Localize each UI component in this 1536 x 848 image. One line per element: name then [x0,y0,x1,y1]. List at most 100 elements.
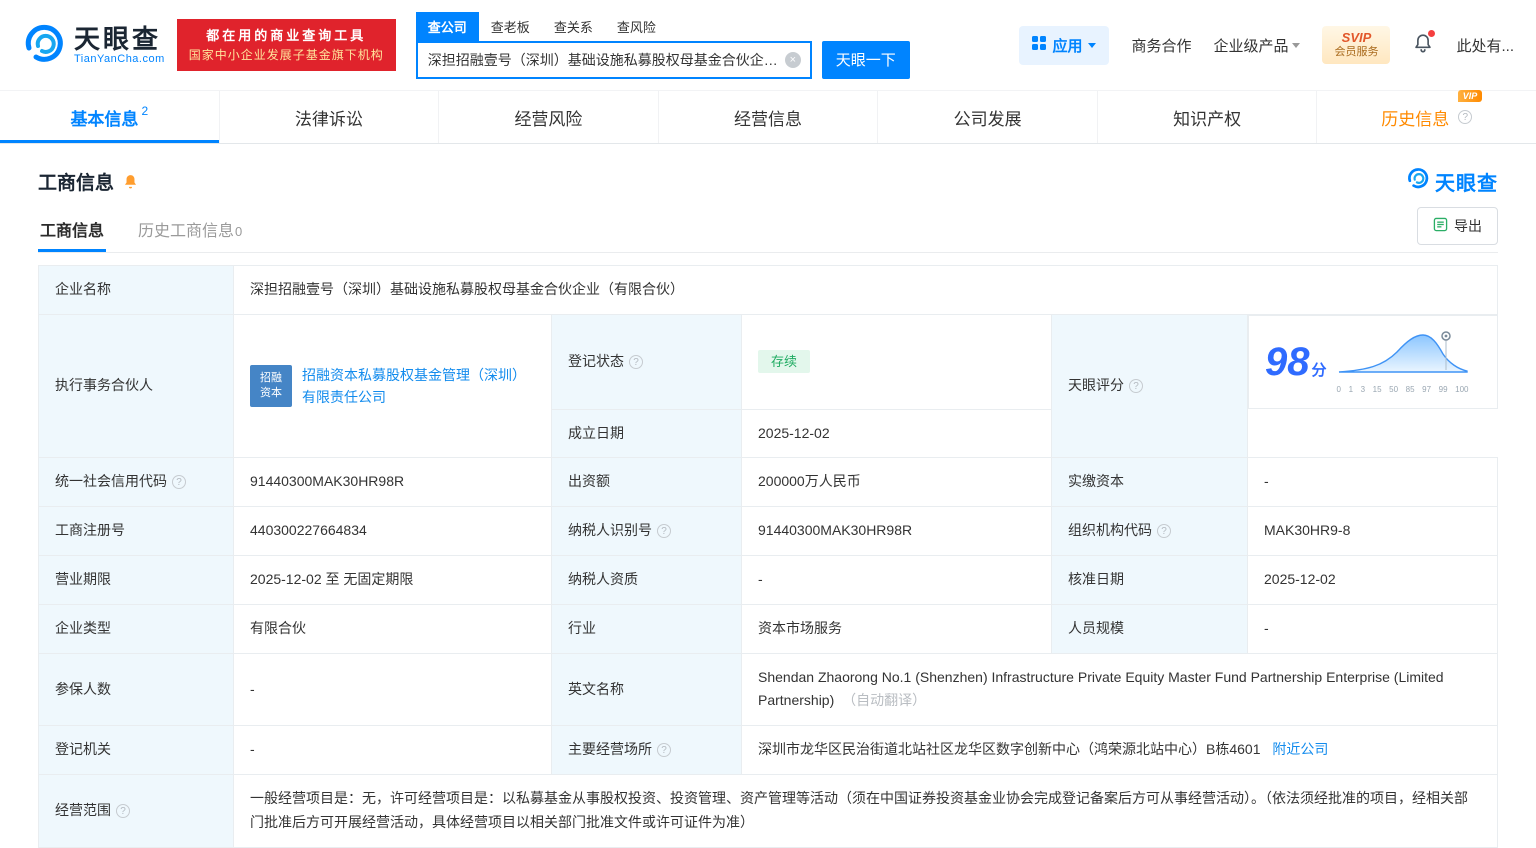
help-icon[interactable]: ? [1157,524,1171,539]
search-tab-company[interactable]: 查公司 [415,11,479,41]
field-label: 实缴资本 [1068,473,1124,490]
brand-slogan-badge: 都在用的商业查询工具 国家中小企业发展子基金旗下机构 [176,18,396,72]
help-icon[interactable]: ? [1458,110,1473,124]
table-row: 执行事务合伙人 招融 资本 招融资本私募股权基金管理（深圳）有限责任公司 登记状… [38,313,1498,459]
business-info-table: 企业名称 深担招融壹号（深圳）基础设施私募股权母基金合伙企业（有限合伙） 执行事… [38,265,1498,848]
main-content: 工商信息 天眼查 工商信息 历史工商信息0 导出 企业名称 深担招融壹号（深圳）… [0,166,1536,848]
approval-date-value-cell: 2025-12-02 [1247,555,1498,605]
tab-label: 历史信息 [1381,109,1450,129]
help-icon[interactable]: ? [657,524,671,539]
search-block: 查公司 查老板 查关系 查风险 × 天眼一下 [415,11,910,79]
table-row: 营业期限 2025-12-02 至 无固定期限 纳税人资质 - 核准日期 202… [38,555,1498,605]
svip-member-badge[interactable]: SVIP 会员服务 [1322,26,1391,64]
search-tab-boss[interactable]: 查老板 [479,12,542,41]
staff-size-value-cell: - [1247,603,1498,654]
score-value-cell: 98 分 0 1 3 15 50 85 97 99 100 [1248,314,1498,410]
svip-label: SVIP [1341,30,1372,45]
subtab-history-business-info[interactable]: 历史工商信息0 [136,206,244,252]
staff-size-label-cell: 人员规模 [1051,603,1248,654]
industry-label-cell: 行业 [551,603,742,654]
taxpayer-quality-value-cell: - [741,555,1052,605]
insured-count-value-cell: - [233,652,552,727]
tab-company-development[interactable]: 公司发展 [877,91,1097,143]
reg-authority-label-cell: 登记机关 [38,725,234,776]
export-icon [1433,217,1448,235]
subtab-business-info[interactable]: 工商信息 [38,206,106,252]
tab-label: 公司发展 [953,109,1022,129]
search-input-wrap: × [415,40,812,79]
credit-code-label-cell: 统一社会信用代码? [38,457,234,508]
capital-label-cell: 出资额 [551,457,742,508]
logo-en-text: TianYanCha.com [74,53,165,66]
table-row: 企业类型 有限合伙 行业 资本市场服务 人员规模 - [38,603,1498,654]
nearby-companies-link[interactable]: 附近公司 [1272,741,1328,757]
help-icon[interactable]: ? [116,803,130,818]
help-icon[interactable]: ? [172,475,186,490]
monitor-bell-icon[interactable] [122,173,139,190]
field-label: 出资额 [568,473,610,490]
field-value: - [1264,619,1269,636]
score-curve-chart: 0 1 3 15 50 85 97 99 100 [1337,328,1469,396]
company-type-label-cell: 企业类型 [38,603,234,654]
establish-date-value-cell: 2025-12-02 [741,408,1052,459]
help-icon[interactable]: ? [629,354,643,369]
subtab-label: 工商信息 [40,223,105,240]
capital-value-cell: 200000万人民币 [741,457,1052,508]
tab-history-info[interactable]: 历史信息 VIP ? [1316,89,1536,143]
table-row: 参保人数 - 英文名称 Shendan Zhaorong No.1 (Shenz… [38,652,1498,727]
partner-company-link[interactable]: 招融资本私募股权基金管理（深圳）有限责任公司 [302,364,535,409]
tab-intellectual-property[interactable]: 知识产权 [1096,91,1317,143]
field-value: MAK30HR9-8 [1264,522,1351,539]
user-account-menu[interactable]: 此处有... [1456,35,1514,56]
approval-date-label-cell: 核准日期 [1051,555,1248,605]
apps-menu-button[interactable]: 应用 [1019,25,1110,65]
notification-bell-button[interactable] [1412,30,1436,58]
company-name-value-cell: 深担招融壹号（深圳）基础设施私募股权母基金合伙企业（有限合伙） [233,265,1498,315]
tab-operation-risk[interactable]: 经营风险 [438,91,658,143]
business-address-value-cell: 深圳市龙华区民治街道北站社区龙华区数字创新中心（鸿荣源北站中心）B栋4601 附… [741,725,1498,776]
tianyancha-logo[interactable]: 天眼查 TianYanCha.com [22,21,165,70]
search-input[interactable] [417,42,810,77]
business-address-value: 深圳市龙华区民治街道北站社区龙华区数字创新中心（鸿荣源北站中心）B栋4601 [758,741,1261,758]
export-button[interactable]: 导出 [1417,207,1498,245]
tab-legal-litigation[interactable]: 法律诉讼 [218,91,439,143]
help-icon[interactable]: ? [1129,379,1143,394]
tab-operation-info[interactable]: 经营信息 [657,91,878,143]
partner-label-cell: 执行事务合伙人 [38,313,234,459]
apps-grid-icon [1032,36,1047,54]
taxpayer-id-value-cell: 91440300MAK30HR98R [741,506,1052,557]
field-label: 参保人数 [55,680,111,697]
business-term-value-cell: 2025-12-02 至 无固定期限 [233,555,552,605]
export-label: 导出 [1454,218,1482,234]
chevron-down-icon [1292,42,1301,48]
business-cooperation-link[interactable]: 商务合作 [1131,35,1191,56]
enterprise-label: 企业级产品 [1213,37,1289,55]
status-badge: 存续 [758,349,811,374]
table-row: 企业名称 深担招融壹号（深圳）基础设施私募股权母基金合伙企业（有限合伙） [38,265,1498,315]
search-button[interactable]: 天眼一下 [821,40,910,79]
help-icon[interactable]: ? [657,743,671,758]
field-label: 天眼评分 [1068,377,1124,394]
field-value: 91440300MAK30HR98R [250,473,405,490]
partner-company-logo: 招融 资本 [250,365,292,408]
field-label: 执行事务合伙人 [55,377,153,394]
tab-count-badge: 2 [141,104,149,118]
search-tab-relation[interactable]: 查关系 [542,12,605,41]
field-value: 200000万人民币 [758,473,861,490]
search-tab-risk[interactable]: 查风险 [605,12,668,41]
business-scope-value-cell: 一般经营项目是：无，许可经营项目是：以私募基金从事股权投资、投资管理、资产管理等… [233,774,1498,848]
reg-status-label-cell: 登记状态? [551,313,742,410]
english-name-value-cell: Shendan Zhaorong No.1 (Shenzhen) Infrast… [741,652,1498,727]
enterprise-products-menu[interactable]: 企业级产品 [1213,35,1301,56]
search-tabs: 查公司 查老板 查关系 查风险 [415,11,910,41]
clear-search-icon[interactable]: × [784,51,801,68]
table-row: 统一社会信用代码? 91440300MAK30HR98R 出资额 200000万… [38,457,1498,508]
field-label: 英文名称 [568,680,624,697]
company-type-value-cell: 有限合伙 [233,603,552,654]
apps-label: 应用 [1052,37,1083,55]
tab-basic-info[interactable]: 基本信息 2 [0,91,219,143]
field-label: 登记机关 [55,741,111,758]
field-label: 成立日期 [568,424,624,441]
table-row: 经营范围? 一般经营项目是：无，许可经营项目是：以私募基金从事股权投资、投资管理… [38,774,1498,848]
field-label: 经营范围 [55,801,111,818]
